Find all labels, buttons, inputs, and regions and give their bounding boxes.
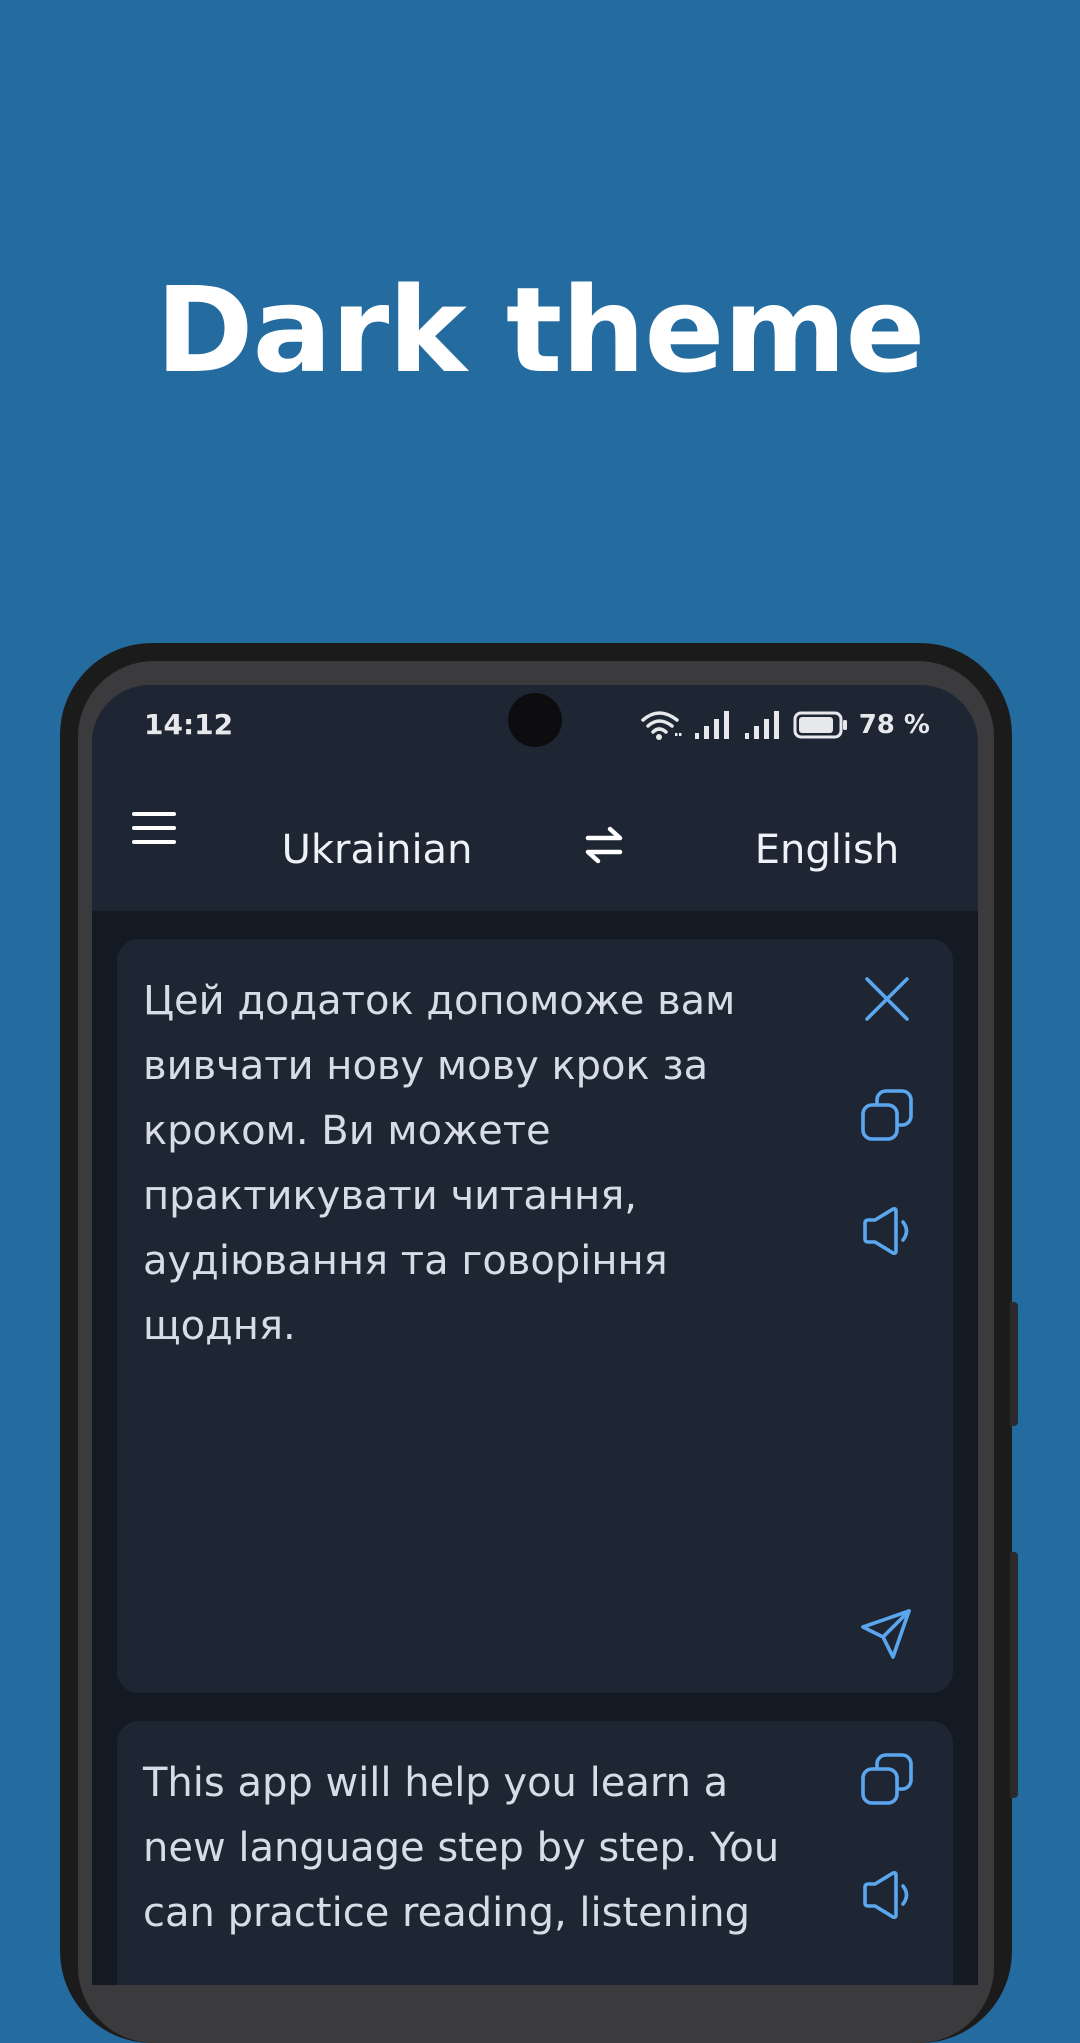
phone-power-button [1010,1552,1018,1798]
source-text-card: Цей додаток допоможе вам вивчати нову мо… [117,939,953,1693]
front-camera [508,693,562,747]
speak-source-button[interactable] [857,1201,917,1261]
speaker-icon [863,1206,909,1256]
translate-send-button[interactable] [857,1603,917,1663]
status-icons: 78 % [639,705,930,745]
copy-icon [861,1089,913,1141]
copy-source-button[interactable] [857,1085,917,1145]
translation-card: This app will help you learn a new langu… [117,1721,953,1985]
status-time: 14:12 [144,708,234,741]
hamburger-icon [132,812,176,844]
promo-headline: Dark theme [155,261,926,399]
phone-volume-button [1010,1302,1018,1426]
clear-button[interactable] [857,969,917,1029]
wifi-icon [639,709,683,741]
swap-arrows-icon [585,826,623,864]
battery-icon [793,710,849,740]
translation-text: This app will help you learn a new langu… [143,1760,780,1936]
speaker-icon [863,1870,909,1920]
battery-percentage: 78 % [858,710,930,740]
signal-icon-1 [693,709,733,741]
target-language-selector[interactable]: English [722,825,932,875]
speak-translation-button[interactable] [857,1865,917,1925]
copy-translation-button[interactable] [857,1749,917,1809]
send-icon [861,1609,911,1659]
menu-button[interactable] [130,809,180,849]
copy-icon [861,1753,913,1805]
signal-icon-2 [743,709,783,741]
app-screen: 14:12 78 % Ukrainian English Цей додаток… [92,685,978,1985]
source-text-input[interactable]: Цей додаток допоможе вам вивчати нову мо… [143,969,803,1359]
close-icon [865,977,909,1021]
swap-languages-button[interactable] [580,821,628,869]
app-bar: 14:12 78 % Ukrainian English [92,685,978,911]
source-language-selector[interactable]: Ukrainian [262,825,492,875]
